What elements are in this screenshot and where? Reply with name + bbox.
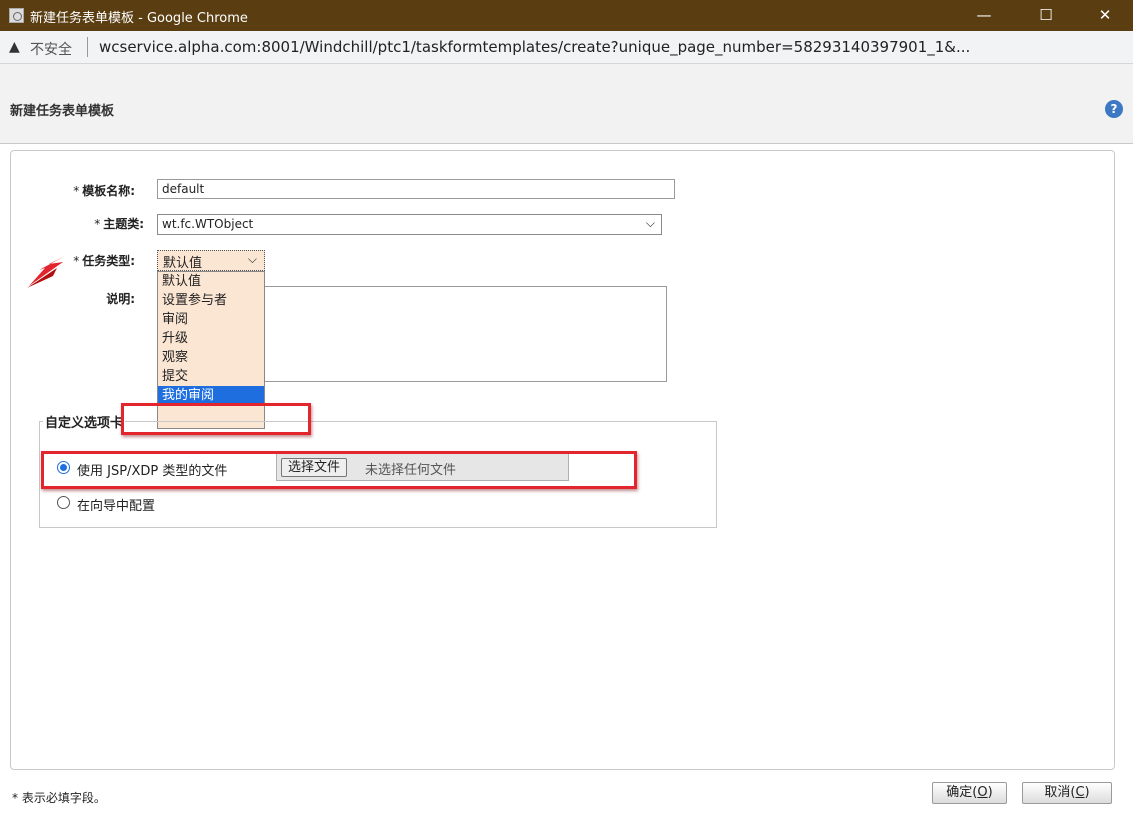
task-type-select[interactable]: 默认值 ⌵ bbox=[157, 250, 265, 271]
chevron-down-icon: ⌵ bbox=[247, 252, 257, 266]
window-title: 新建任务表单模板 - Google Chrome bbox=[30, 11, 248, 26]
dropdown-option[interactable]: 观察 bbox=[158, 348, 264, 367]
page-header: 新建任务表单模板 ? bbox=[0, 64, 1133, 144]
minimize-button[interactable]: — bbox=[961, 0, 1007, 31]
ok-button[interactable]: 确定(O) bbox=[932, 782, 1007, 804]
chevron-down-icon: ⌵ bbox=[645, 216, 655, 230]
required-note: * 表示必填字段。 bbox=[12, 791, 106, 805]
page-title: 新建任务表单模板 bbox=[10, 104, 115, 119]
description-label: 说明: bbox=[106, 292, 135, 306]
annotation-arrow-icon bbox=[27, 256, 65, 288]
security-label[interactable]: 不安全 bbox=[30, 39, 72, 59]
template-name-input[interactable]: default bbox=[157, 179, 675, 199]
annotation-box-my-review bbox=[121, 403, 311, 435]
wizard-radio[interactable] bbox=[57, 496, 70, 509]
url-text[interactable]: wcservice.alpha.com:8001/Windchill/ptc1/… bbox=[99, 38, 970, 56]
browser-titlebar: 新建任务表单模板 - Google Chrome — ☐ ✕ bbox=[0, 0, 1133, 31]
dropdown-option[interactable]: 默认值 bbox=[158, 272, 264, 291]
app-icon bbox=[9, 8, 24, 23]
template-name-label: * 模板名称: bbox=[73, 184, 135, 198]
subject-class-label: * 主题类: bbox=[94, 217, 144, 231]
subject-class-select[interactable]: wt.fc.WTObject ⌵ bbox=[157, 214, 662, 235]
dropdown-option[interactable]: 审阅 bbox=[158, 310, 264, 329]
address-bar[interactable]: ▲ 不安全 wcservice.alpha.com:8001/Windchill… bbox=[0, 31, 1133, 64]
warning-icon[interactable]: ▲ bbox=[9, 39, 20, 55]
form-panel: * 模板名称: default * 主题类: wt.fc.WTObject ⌵ * 任… bbox=[10, 150, 1115, 770]
dropdown-option[interactable]: 升级 bbox=[158, 329, 264, 348]
subject-class-value: wt.fc.WTObject bbox=[162, 217, 254, 231]
cancel-button[interactable]: 取消(C) bbox=[1022, 782, 1112, 804]
wizard-label[interactable]: 在向导中配置 bbox=[77, 495, 155, 514]
close-button[interactable]: ✕ bbox=[1082, 0, 1128, 31]
custom-tab-legend: 自定义选项卡 bbox=[43, 412, 126, 431]
dropdown-option[interactable]: 提交 bbox=[158, 367, 264, 386]
task-type-value: 默认值 bbox=[163, 256, 203, 271]
maximize-button[interactable]: ☐ bbox=[1023, 0, 1069, 31]
help-icon[interactable]: ? bbox=[1105, 100, 1123, 118]
dropdown-option[interactable]: 设置参与者 bbox=[158, 291, 264, 310]
separator bbox=[87, 37, 88, 57]
annotation-box-file-option bbox=[41, 451, 637, 489]
